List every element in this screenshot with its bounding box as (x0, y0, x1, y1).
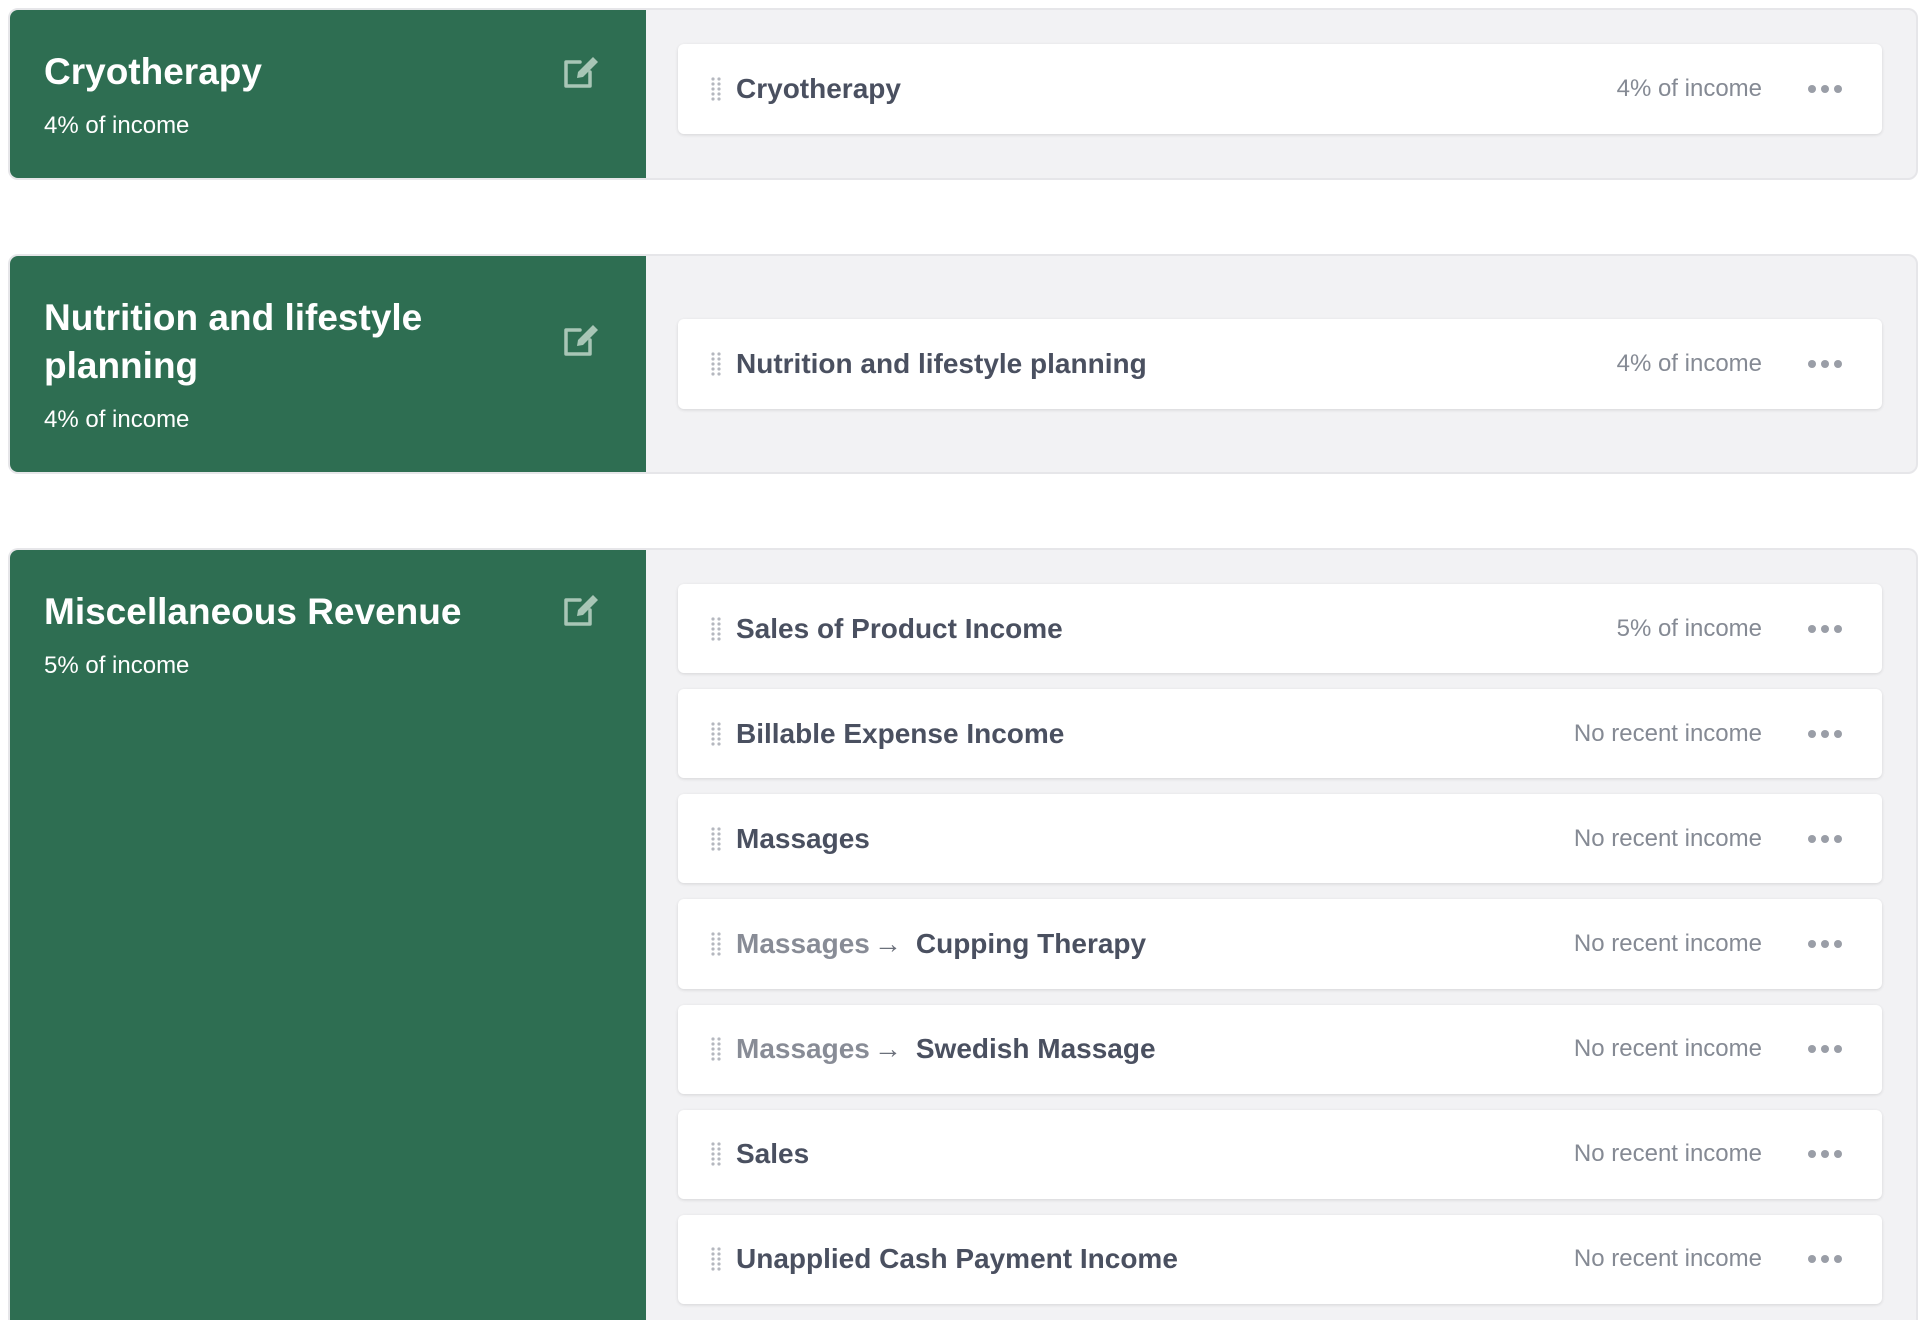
item-name: Unapplied Cash Payment Income (736, 1243, 1178, 1275)
category-items-list: Cryotherapy 4% of income (646, 10, 1916, 178)
list-item[interactable]: Cryotherapy 4% of income (678, 44, 1882, 134)
list-item[interactable]: Massages No recent income (678, 794, 1882, 884)
item-income-share: 4% of income (1616, 75, 1762, 102)
more-horizontal-icon[interactable] (1808, 1043, 1842, 1055)
item-income-share: No recent income (1573, 1140, 1762, 1168)
more-horizontal-icon[interactable] (1808, 83, 1842, 95)
category-group-cryotherapy: Cryotherapy 4% of income Cryotherapy 4% … (8, 8, 1918, 180)
category-title: Nutrition and lifestyle planning (44, 297, 423, 386)
more-horizontal-icon[interactable] (1808, 833, 1842, 845)
item-income-share: No recent income (1573, 1035, 1762, 1063)
category-header-panel: Miscellaneous Revenue 5% of income (10, 550, 646, 1320)
item-name: Sales of Product Income (736, 612, 1063, 644)
list-item[interactable]: Billable Expense Income No recent income (678, 689, 1882, 779)
drag-handle-icon[interactable] (710, 616, 722, 642)
edit-icon[interactable] (560, 318, 602, 360)
item-income-share: No recent income (1573, 929, 1762, 957)
item-income-share: No recent income (1573, 719, 1762, 747)
list-item[interactable]: Sales of Product Income 5% of income (678, 584, 1882, 674)
category-title: Cryotherapy (44, 51, 262, 92)
drag-handle-icon[interactable] (710, 76, 722, 102)
drag-handle-icon[interactable] (710, 721, 722, 747)
category-header-panel: Cryotherapy 4% of income (10, 10, 646, 178)
more-horizontal-icon[interactable] (1808, 1253, 1842, 1265)
more-horizontal-icon[interactable] (1808, 1148, 1842, 1160)
item-parent-name: Massages (736, 927, 870, 959)
item-income-share: 5% of income (1616, 614, 1762, 642)
more-horizontal-icon[interactable] (1808, 358, 1842, 370)
item-name: Massages → Swedish Massage (736, 1033, 1574, 1065)
drag-handle-icon[interactable] (710, 1036, 722, 1062)
item-income-share: No recent income (1573, 824, 1762, 852)
category-title: Miscellaneous Revenue (44, 591, 462, 632)
category-header-panel: Nutrition and lifestyle planning 4% of i… (10, 256, 646, 472)
more-horizontal-icon[interactable] (1808, 938, 1842, 950)
list-item[interactable]: Sales No recent income (678, 1109, 1882, 1199)
more-horizontal-icon[interactable] (1808, 623, 1842, 635)
drag-handle-icon[interactable] (710, 1246, 722, 1272)
drag-handle-icon[interactable] (710, 826, 722, 852)
item-name: Cryotherapy (736, 73, 901, 104)
item-child-name: Swedish Massage (915, 1033, 1156, 1065)
list-item[interactable]: Nutrition and lifestyle planning 4% of i… (678, 319, 1882, 409)
item-income-share: 4% of income (1616, 350, 1762, 377)
list-item[interactable]: Unapplied Cash Payment Income No recent … (678, 1214, 1882, 1304)
item-parent-name: Massages (736, 1033, 870, 1065)
category-group-nutrition: Nutrition and lifestyle planning 4% of i… (8, 254, 1918, 474)
list-item[interactable]: Massages → Swedish Massage No recent incom… (678, 1004, 1882, 1094)
list-item[interactable]: Massages → Cupping Therapy No recent incom… (678, 899, 1882, 989)
item-child-name: Cupping Therapy (915, 927, 1147, 959)
category-income-share: 4% of income (44, 406, 190, 433)
category-income-share: 4% of income (44, 112, 190, 139)
drag-handle-icon[interactable] (710, 1141, 722, 1167)
item-name: Nutrition and lifestyle planning (736, 348, 1147, 379)
arrow-right-icon: → (873, 1033, 902, 1065)
drag-handle-icon[interactable] (710, 931, 722, 957)
drag-handle-icon[interactable] (710, 351, 722, 377)
item-name: Massages → Cupping Therapy (736, 928, 1574, 960)
item-name: Sales (736, 1138, 810, 1170)
category-items-list: Sales of Product Income 5% of income Bil… (646, 550, 1916, 1320)
category-items-list: Nutrition and lifestyle planning 4% of i… (646, 256, 1916, 472)
item-income-share: No recent income (1573, 1245, 1762, 1273)
item-name: Massages (736, 822, 870, 854)
item-name: Billable Expense Income (736, 717, 1065, 749)
arrow-right-icon: → (873, 927, 902, 959)
edit-icon[interactable] (560, 588, 602, 630)
edit-icon[interactable] (560, 50, 602, 92)
category-income-share: 5% of income (44, 652, 190, 679)
more-horizontal-icon[interactable] (1808, 728, 1842, 740)
category-group-miscellaneous-revenue: Miscellaneous Revenue 5% of income Sales… (8, 548, 1918, 1320)
